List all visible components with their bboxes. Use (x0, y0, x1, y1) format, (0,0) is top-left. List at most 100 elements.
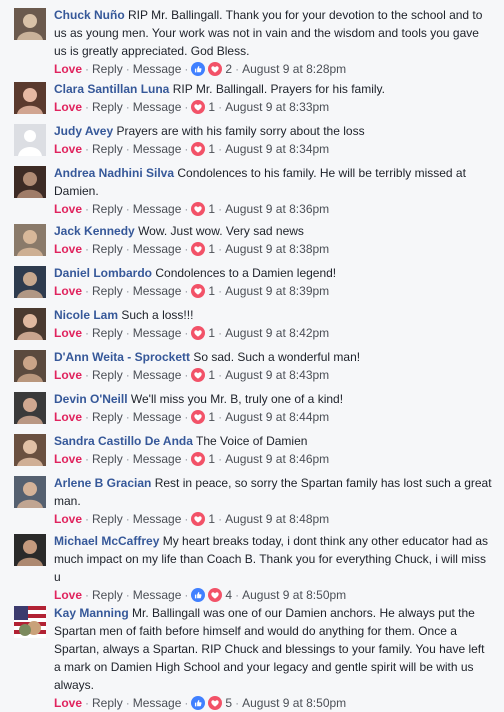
message-link[interactable]: Message (133, 588, 182, 602)
timestamp-link[interactable]: August 9 at 8:50pm (242, 588, 346, 602)
avatar[interactable] (14, 350, 46, 382)
commenter-name[interactable]: Judy Avey (54, 124, 113, 138)
reaction-summary[interactable]: 4 (191, 588, 232, 602)
message-link[interactable]: Message (133, 284, 182, 298)
reaction-summary[interactable]: 1 (191, 368, 215, 382)
commenter-name[interactable]: Chuck Nuño (54, 8, 125, 22)
reply-link[interactable]: Reply (92, 284, 123, 298)
reply-link[interactable]: Reply (92, 696, 123, 710)
love-reaction-link[interactable]: Love (54, 284, 82, 298)
commenter-name[interactable]: Michael McCaffrey (54, 534, 159, 548)
reply-link[interactable]: Reply (92, 588, 123, 602)
message-link[interactable]: Message (133, 368, 182, 382)
avatar[interactable] (14, 434, 46, 466)
message-link[interactable]: Message (133, 452, 182, 466)
timestamp-link[interactable]: August 9 at 8:43pm (225, 368, 329, 382)
timestamp-link[interactable]: August 9 at 8:50pm (242, 696, 346, 710)
reaction-summary[interactable]: 1 (191, 142, 215, 156)
reply-link[interactable]: Reply (92, 368, 123, 382)
commenter-name[interactable]: Jack Kennedy (54, 224, 135, 238)
reaction-summary[interactable]: 1 (191, 512, 215, 526)
love-reaction-link[interactable]: Love (54, 588, 82, 602)
message-link[interactable]: Message (133, 410, 182, 424)
avatar[interactable] (14, 166, 46, 198)
love-reaction-link[interactable]: Love (54, 242, 82, 256)
commenter-name[interactable]: Kay Manning (54, 606, 129, 620)
avatar[interactable] (14, 392, 46, 424)
timestamp-link[interactable]: August 9 at 8:39pm (225, 284, 329, 298)
timestamp-link[interactable]: August 9 at 8:33pm (225, 100, 329, 114)
reply-link[interactable]: Reply (92, 410, 123, 424)
love-reaction-link[interactable]: Love (54, 368, 82, 382)
avatar[interactable] (14, 476, 46, 508)
love-reaction-link[interactable]: Love (54, 512, 82, 526)
reply-link[interactable]: Reply (92, 142, 123, 156)
reply-link[interactable]: Reply (92, 100, 123, 114)
reaction-summary[interactable]: 1 (191, 452, 215, 466)
timestamp-link[interactable]: August 9 at 8:36pm (225, 202, 329, 216)
commenter-name[interactable]: Arlene B Gracian (54, 476, 151, 490)
love-reaction-link[interactable]: Love (54, 410, 82, 424)
message-link[interactable]: Message (133, 696, 182, 710)
avatar[interactable] (14, 124, 46, 156)
love-reaction-link[interactable]: Love (54, 202, 82, 216)
love-reaction-link[interactable]: Love (54, 100, 82, 114)
reply-link[interactable]: Reply (92, 62, 123, 76)
timestamp-link[interactable]: August 9 at 8:38pm (225, 242, 329, 256)
commenter-name[interactable]: Sandra Castillo De Anda (54, 434, 193, 448)
comment-actions: Love · Reply · Message · 1 · August 9 at 8:46pm (54, 450, 494, 468)
reaction-summary[interactable]: 1 (191, 100, 215, 114)
reaction-count: 1 (208, 512, 216, 526)
timestamp-link[interactable]: August 9 at 8:28pm (242, 62, 346, 76)
separator-dot: · (125, 242, 130, 256)
commenter-name[interactable]: D'Ann Weita - Sprockett (54, 350, 190, 364)
reaction-summary[interactable]: 1 (191, 242, 215, 256)
timestamp-link[interactable]: August 9 at 8:48pm (225, 512, 329, 526)
reply-link[interactable]: Reply (92, 326, 123, 340)
message-link[interactable]: Message (133, 202, 182, 216)
commenter-name[interactable]: Clara Santillan Luna (54, 82, 169, 96)
reply-link[interactable]: Reply (92, 452, 123, 466)
commenter-name[interactable]: Nicole Lam (54, 308, 118, 322)
love-reaction-link[interactable]: Love (54, 142, 82, 156)
reaction-summary[interactable]: 1 (191, 202, 215, 216)
reaction-summary[interactable]: 1 (191, 326, 215, 340)
avatar[interactable] (14, 224, 46, 256)
message-link[interactable]: Message (133, 100, 182, 114)
avatar[interactable] (14, 308, 46, 340)
message-link[interactable]: Message (133, 62, 182, 76)
message-link[interactable]: Message (133, 242, 182, 256)
message-link[interactable]: Message (133, 142, 182, 156)
avatar[interactable] (14, 82, 46, 114)
heart-icon (191, 242, 206, 256)
love-reaction-link[interactable]: Love (54, 326, 82, 340)
reply-link[interactable]: Reply (92, 202, 123, 216)
reaction-summary[interactable]: 5 (191, 696, 232, 710)
avatar[interactable] (14, 266, 46, 298)
commenter-name[interactable]: Daniel Lombardo (54, 266, 152, 280)
comment-actions: Love · Reply · Message · 1 · August 9 at 8:36pm (54, 200, 494, 218)
reaction-summary[interactable]: 1 (191, 410, 215, 424)
commenter-name[interactable]: Andrea Nadhini Silva (54, 166, 174, 180)
love-reaction-link[interactable]: Love (54, 62, 82, 76)
timestamp-link[interactable]: August 9 at 8:42pm (225, 326, 329, 340)
timestamp-link[interactable]: August 9 at 8:34pm (225, 142, 329, 156)
message-link[interactable]: Message (133, 512, 182, 526)
message-link[interactable]: Message (133, 326, 182, 340)
timestamp-link[interactable]: August 9 at 8:44pm (225, 410, 329, 424)
avatar[interactable] (14, 606, 46, 638)
avatar[interactable] (14, 8, 46, 40)
love-reaction-link[interactable]: Love (54, 696, 82, 710)
reply-link[interactable]: Reply (92, 242, 123, 256)
separator-dot: · (184, 62, 189, 76)
heart-icon (191, 100, 206, 114)
timestamp-link[interactable]: August 9 at 8:46pm (225, 452, 329, 466)
reaction-count: 1 (208, 452, 216, 466)
commenter-name[interactable]: Devin O'Neill (54, 392, 128, 406)
reaction-summary[interactable]: 2 (191, 62, 232, 76)
reaction-summary[interactable]: 1 (191, 284, 215, 298)
love-reaction-link[interactable]: Love (54, 452, 82, 466)
reply-link[interactable]: Reply (92, 512, 123, 526)
avatar[interactable] (14, 534, 46, 566)
separator-dot: · (218, 452, 223, 466)
